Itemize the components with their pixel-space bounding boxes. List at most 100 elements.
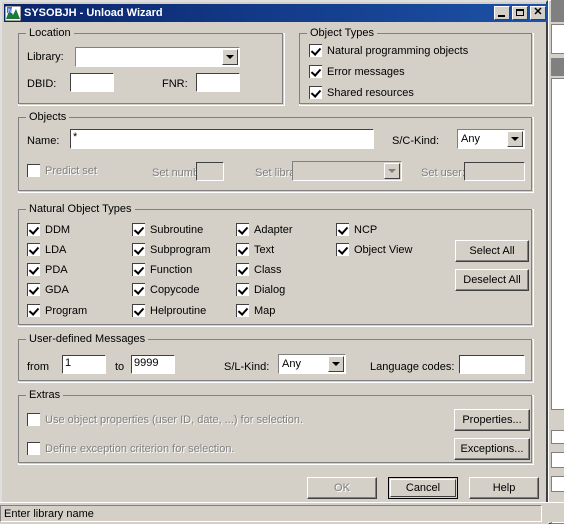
help-button[interactable]: Help bbox=[469, 477, 539, 499]
object-name-input[interactable]: * bbox=[70, 129, 374, 149]
message-from-input[interactable]: 1 bbox=[62, 355, 106, 374]
checkbox-pda[interactable]: PDA bbox=[27, 263, 68, 276]
library-label: Library: bbox=[27, 51, 64, 63]
checkbox-box bbox=[132, 243, 145, 256]
checkbox-ncp[interactable]: NCP bbox=[336, 223, 377, 236]
checkbox-box bbox=[309, 65, 322, 78]
checkbox-label: Helproutine bbox=[150, 304, 207, 317]
checkbox-adapter[interactable]: Adapter bbox=[236, 223, 293, 236]
fnr-input[interactable] bbox=[196, 73, 240, 92]
set-user-input[interactable] bbox=[464, 162, 525, 181]
checkbox-dialog[interactable]: Dialog bbox=[236, 283, 285, 296]
message-to-input[interactable]: 9999 bbox=[131, 355, 175, 374]
checkbox-natural-programming-objects[interactable]: Natural programming objects bbox=[309, 44, 468, 57]
background-window-pane-top bbox=[551, 24, 564, 54]
sc-kind-value: Any bbox=[461, 133, 480, 145]
checkbox-class[interactable]: Class bbox=[236, 263, 282, 276]
checkbox-label: Use object properties (user ID, date, ..… bbox=[45, 413, 304, 426]
checkbox-subroutine[interactable]: Subroutine bbox=[132, 223, 203, 236]
checkbox-box bbox=[236, 263, 249, 276]
checkbox-box bbox=[336, 223, 349, 236]
language-codes-input[interactable] bbox=[459, 355, 525, 374]
checkbox-label: Subroutine bbox=[150, 223, 204, 236]
checkbox-use-object-properties[interactable]: Use object properties (user ID, date, ..… bbox=[27, 413, 303, 426]
set-user-label: Set user: bbox=[421, 167, 466, 179]
status-bar: Enter library name bbox=[0, 502, 564, 522]
checkbox-define-exception-criterion[interactable]: Define exception criterion for selection… bbox=[27, 442, 235, 455]
checkbox-label: Dialog bbox=[254, 283, 286, 296]
title-bar-buttons: ✕ bbox=[494, 6, 546, 20]
checkbox-ddm[interactable]: DDM bbox=[27, 223, 70, 236]
cancel-button[interactable]: Cancel bbox=[388, 477, 458, 499]
checkbox-shared-resources[interactable]: Shared resources bbox=[309, 86, 414, 99]
set-library-combobox[interactable] bbox=[292, 161, 402, 181]
window-title: SYSOBJH - Unload Wizard bbox=[24, 7, 163, 19]
select-all-button[interactable]: Select All bbox=[455, 240, 529, 262]
sc-kind-combobox[interactable]: Any bbox=[457, 129, 525, 149]
extras-legend: Extras bbox=[26, 389, 64, 401]
checkbox-label: Error messages bbox=[327, 65, 405, 78]
checkbox-box bbox=[27, 223, 40, 236]
background-window-titlebar bbox=[551, 0, 564, 22]
exceptions-button[interactable]: Exceptions... bbox=[454, 438, 530, 460]
checkbox-label: Natural programming objects bbox=[327, 44, 469, 57]
background-window-pane-main bbox=[551, 78, 564, 410]
minimize-icon[interactable] bbox=[494, 6, 510, 20]
checkbox-box bbox=[236, 243, 249, 256]
title-bar[interactable]: N SYSOBJH - Unload Wizard ✕ bbox=[4, 4, 548, 22]
checkbox-program[interactable]: Program bbox=[27, 304, 87, 317]
library-combobox[interactable] bbox=[75, 47, 240, 67]
checkbox-box bbox=[27, 283, 40, 296]
close-icon[interactable]: ✕ bbox=[530, 6, 546, 20]
checkbox-predict-set[interactable]: Predict set bbox=[27, 164, 97, 177]
chevron-down-icon[interactable] bbox=[222, 49, 238, 65]
name-label: Name: bbox=[27, 135, 60, 147]
checkbox-label: Class bbox=[254, 263, 282, 276]
properties-button[interactable]: Properties... bbox=[454, 409, 530, 431]
unload-wizard-dialog: N SYSOBJH - Unload Wizard ✕ Location Lib… bbox=[0, 0, 548, 522]
checkbox-label: GDA bbox=[45, 283, 69, 296]
sl-kind-label: S/L-Kind: bbox=[224, 361, 270, 373]
status-message: Enter library name bbox=[0, 505, 542, 522]
checkbox-box bbox=[132, 223, 145, 236]
checkbox-box bbox=[309, 86, 322, 99]
checkbox-object-view[interactable]: Object View bbox=[336, 243, 413, 256]
checkbox-label: Subprogram bbox=[150, 243, 211, 256]
checkbox-helproutine[interactable]: Helproutine bbox=[132, 304, 206, 317]
checkbox-label: LDA bbox=[45, 243, 67, 256]
sl-kind-combobox[interactable]: Any bbox=[278, 354, 346, 374]
checkbox-error-messages[interactable]: Error messages bbox=[309, 65, 405, 78]
location-group: Location bbox=[18, 27, 285, 106]
set-number-input[interactable] bbox=[196, 162, 224, 181]
checkbox-copycode[interactable]: Copycode bbox=[132, 283, 200, 296]
checkbox-box bbox=[132, 304, 145, 317]
deselect-all-button[interactable]: Deselect All bbox=[455, 269, 529, 291]
checkbox-label: Function bbox=[150, 263, 193, 276]
checkbox-label: Program bbox=[45, 304, 88, 317]
cancel-label: Cancel bbox=[405, 482, 441, 494]
checkbox-subprogram[interactable]: Subprogram bbox=[132, 243, 211, 256]
objects-legend: Objects bbox=[26, 111, 70, 123]
background-window-pane-lower bbox=[551, 452, 564, 468]
checkbox-box bbox=[27, 413, 40, 426]
checkbox-gda[interactable]: GDA bbox=[27, 283, 69, 296]
user-defined-messages-legend: User-defined Messages bbox=[26, 333, 149, 345]
checkbox-label: Object View bbox=[354, 243, 413, 256]
exceptions-label: Exceptions... bbox=[460, 443, 524, 455]
background-window-pane-bottom bbox=[551, 476, 564, 492]
checkbox-text[interactable]: Text bbox=[236, 243, 274, 256]
checkbox-box bbox=[236, 283, 249, 296]
checkbox-map[interactable]: Map bbox=[236, 304, 275, 317]
chevron-down-icon[interactable] bbox=[507, 131, 523, 147]
ok-button[interactable]: OK bbox=[307, 477, 377, 499]
checkbox-box bbox=[27, 164, 40, 177]
background-window-pane-mid bbox=[551, 430, 564, 444]
chevron-down-icon[interactable] bbox=[384, 163, 400, 179]
chevron-down-icon[interactable] bbox=[328, 356, 344, 372]
checkbox-function[interactable]: Function bbox=[132, 263, 192, 276]
dbid-input[interactable] bbox=[70, 73, 114, 92]
checkbox-lda[interactable]: LDA bbox=[27, 243, 66, 256]
maximize-icon[interactable] bbox=[512, 6, 528, 20]
checkbox-box bbox=[27, 263, 40, 276]
checkbox-label: DDM bbox=[45, 223, 71, 236]
